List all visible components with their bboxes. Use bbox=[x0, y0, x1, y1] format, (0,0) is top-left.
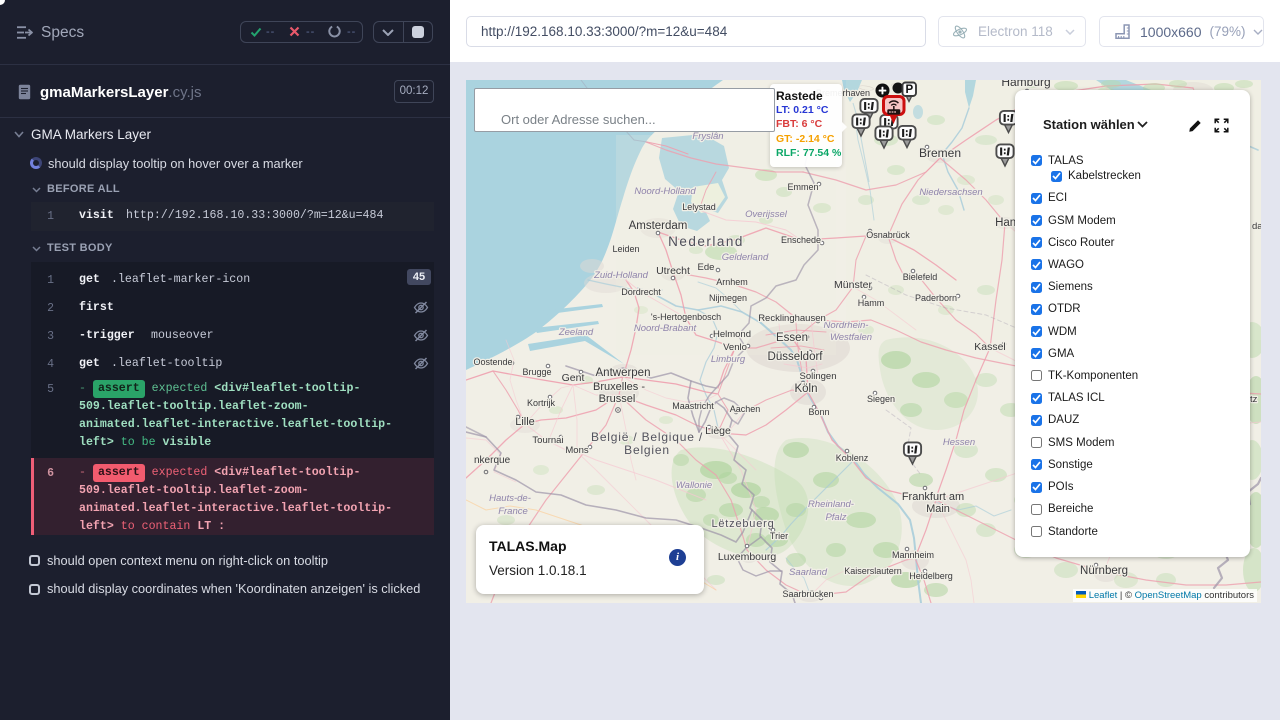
svg-text:P: P bbox=[905, 84, 913, 96]
